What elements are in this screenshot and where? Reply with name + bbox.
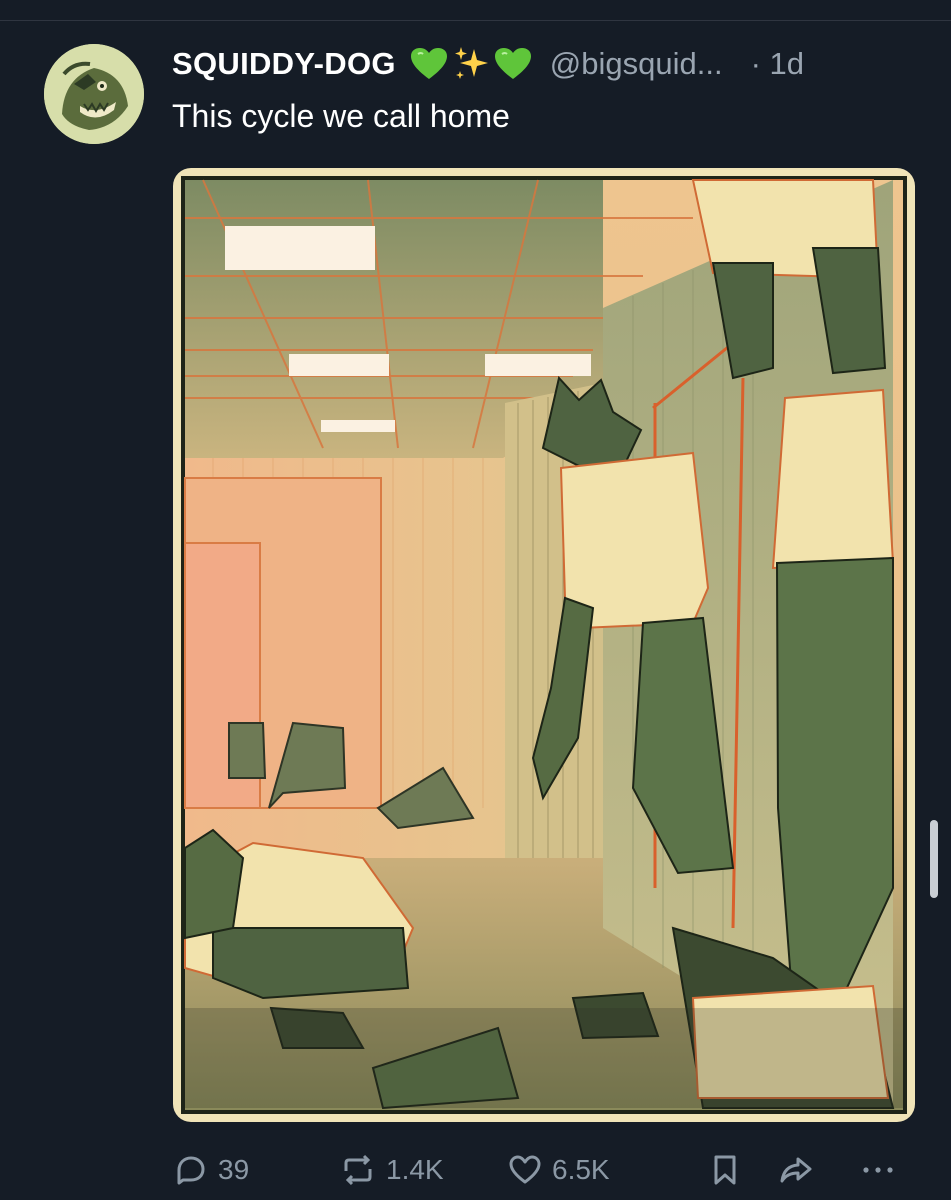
more-dots-icon [863,1167,893,1173]
reply-button[interactable]: 39 [174,1145,249,1195]
scrollbar[interactable] [930,820,938,898]
heart-icon [509,1155,541,1184]
green-heart-icon [494,48,531,79]
bookmark-icon [714,1155,736,1185]
repost-button[interactable]: 1.4K [340,1145,444,1195]
top-divider [0,20,951,21]
post-timestamp[interactable]: · 1d [751,46,804,82]
green-heart-icon [410,48,447,79]
post-image[interactable] [173,168,915,1122]
like-count: 6.5K [552,1154,610,1185]
share-arrow-icon [780,1157,812,1183]
reply-count: 39 [218,1154,250,1185]
avatar[interactable] [44,44,144,144]
bookmark-button[interactable] [710,1145,740,1195]
repost-arrows-icon [344,1154,372,1186]
display-name[interactable]: SQUIDDY-DOG [172,46,396,82]
like-button[interactable]: 6.5K [508,1145,610,1195]
sparkles-icon [454,47,488,79]
share-button[interactable] [778,1145,814,1195]
repost-count: 1.4K [386,1154,444,1185]
post-text: This cycle we call home [172,98,510,134]
more-button[interactable] [860,1145,896,1195]
speech-bubble-icon [177,1156,205,1185]
post-header: SQUIDDY-DOG @bigsquid... · 1d [172,40,932,88]
action-bar: 39 1.4K 6.5K [170,1145,910,1195]
user-handle[interactable]: @bigsquid... [550,46,723,82]
name-emojis [410,45,532,83]
